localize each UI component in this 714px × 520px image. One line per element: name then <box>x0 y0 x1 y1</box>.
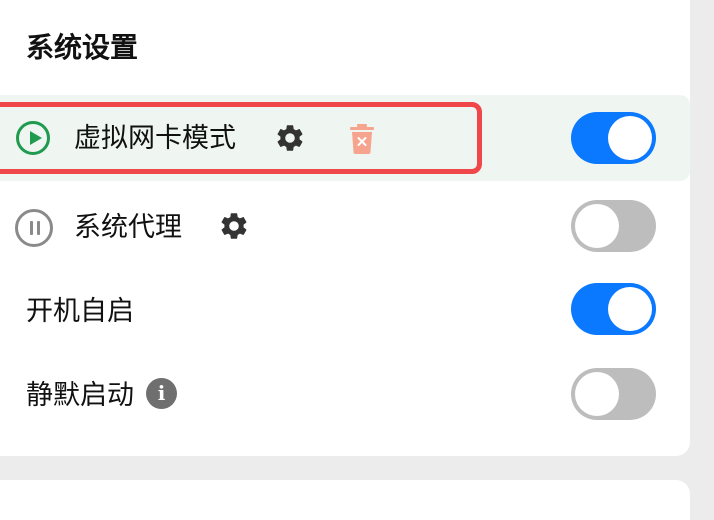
toggle-knob <box>575 204 619 248</box>
launch-at-startup-toggle[interactable] <box>571 283 656 335</box>
toggle-knob <box>608 116 652 160</box>
silent-start-toggle[interactable] <box>571 368 656 420</box>
virtual-nic-mode-toggle[interactable] <box>571 112 656 164</box>
section-title: 系统设置 <box>26 31 139 64</box>
info-glyph: i <box>157 381 166 405</box>
settings-card: 系统设置 虚拟网卡模式 系统代理 开机自启 静默启动 i <box>0 0 690 456</box>
launch-at-startup-label: 开机自启 <box>26 296 134 327</box>
system-proxy-label: 系统代理 <box>74 212 182 243</box>
system-proxy-toggle[interactable] <box>571 200 656 252</box>
gear-icon[interactable] <box>218 210 250 242</box>
highlight-annotation-box <box>0 102 482 174</box>
silent-start-label: 静默启动 <box>26 380 134 411</box>
next-card <box>0 480 690 520</box>
info-icon[interactable]: i <box>146 378 177 409</box>
toggle-knob <box>608 287 652 331</box>
pause-circle-icon[interactable] <box>15 209 53 247</box>
toggle-knob <box>575 372 619 416</box>
